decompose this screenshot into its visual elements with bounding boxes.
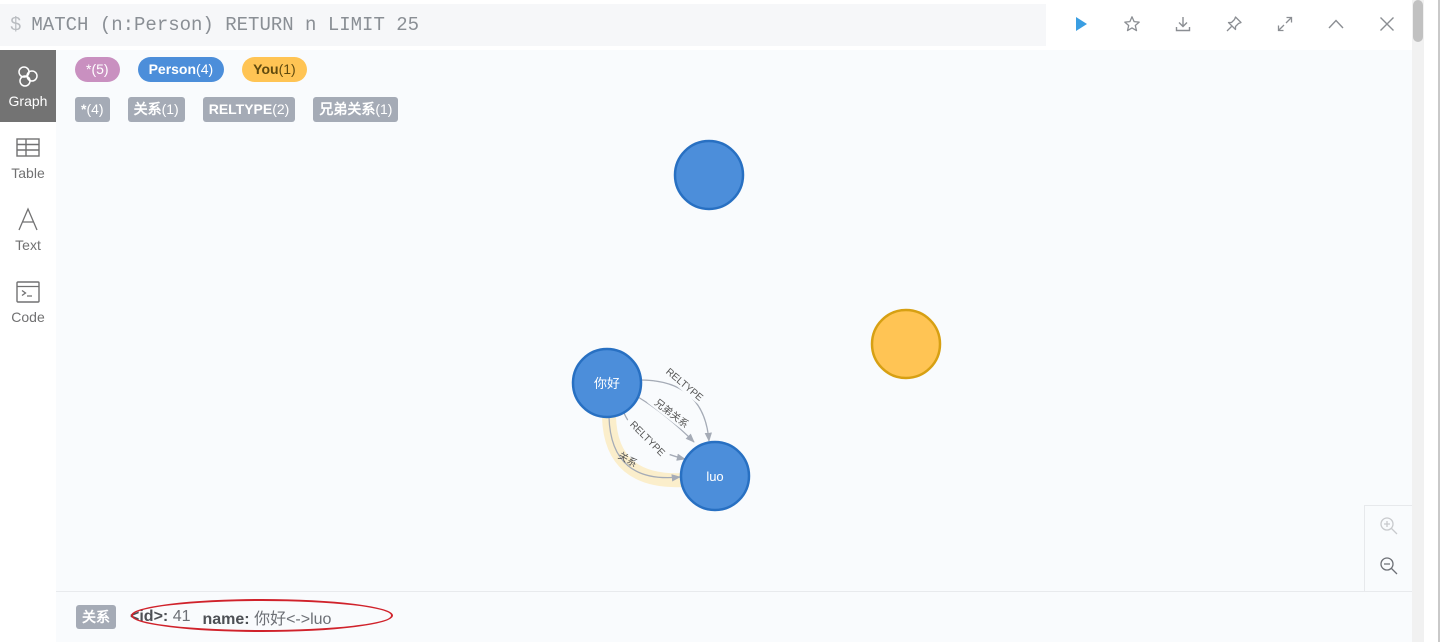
legend-rel-count: (4)	[86, 101, 104, 117]
scrollbar-thumb[interactable]	[1413, 0, 1423, 42]
favorite-button[interactable]	[1106, 0, 1157, 48]
expand-icon	[1277, 16, 1292, 32]
status-name-value: 你好<->luo	[254, 611, 332, 628]
tab-text-label: Text	[15, 237, 41, 253]
status-id-value: 41	[172, 608, 191, 625]
tab-graph[interactable]: Graph	[0, 50, 56, 122]
legend-rel-count: (2)	[272, 101, 290, 117]
legend-label-count: (4)	[196, 61, 214, 77]
zoom-out-icon	[1380, 557, 1398, 575]
frame-toolbar	[1055, 0, 1412, 48]
collapse-icon	[1327, 19, 1344, 29]
close-icon	[1379, 17, 1394, 31]
legend-label-count: (5)	[91, 61, 109, 77]
relationship-label-reltype-outer: RELTYPE	[663, 367, 705, 404]
status-id-key: <id>:	[130, 608, 169, 625]
legend-label-you[interactable]: You(1)	[242, 57, 307, 82]
pin-icon	[1226, 16, 1242, 32]
graph-canvas[interactable]: RELTYPE 兄弟关系 RELTYPE 关系 你好 luo	[56, 132, 1412, 591]
code-icon	[16, 281, 40, 303]
node-label-legend: *(5) Person(4) You(1)	[75, 57, 307, 82]
scrollbar-track[interactable]	[1412, 0, 1424, 642]
run-button[interactable]	[1055, 0, 1106, 48]
tab-code[interactable]: Code	[0, 266, 56, 338]
legend-label-name: Person	[148, 61, 197, 77]
tab-text[interactable]: Text	[0, 194, 56, 266]
graph-icon	[18, 66, 38, 87]
legend-rel-xiongdi[interactable]: 兄弟关系(1)	[313, 97, 399, 122]
legend-rel-name: RELTYPE	[208, 101, 273, 117]
collapse-button[interactable]	[1310, 0, 1361, 48]
query-editor[interactable]: $ MATCH (n:Person) RETURN n LIMIT 25	[0, 4, 1046, 46]
zoom-in-button[interactable]	[1365, 506, 1413, 546]
legend-label-count: (1)	[278, 61, 296, 77]
zoom-in-icon	[1380, 517, 1398, 535]
query-text[interactable]: MATCH (n:Person) RETURN n LIMIT 25	[31, 14, 419, 36]
tab-code-label: Code	[11, 309, 45, 325]
status-name-key: name:	[202, 611, 250, 628]
relationship-label-xiongdi: 兄弟关系	[652, 396, 692, 431]
close-button[interactable]	[1361, 0, 1412, 48]
view-tabs: Graph Table Text Code	[0, 50, 56, 642]
inspector-status-bar: 关系 <id>: 41 name: 你好<->luo	[56, 591, 1412, 642]
node-label-luo: luo	[706, 469, 723, 484]
tab-graph-label: Graph	[8, 93, 48, 109]
query-prompt: $	[10, 14, 22, 36]
tab-table-label: Table	[11, 165, 45, 181]
status-name: name: 你好<->luo	[202, 605, 331, 629]
legend-rel-count: (1)	[161, 101, 179, 117]
legend-rel-guanxi[interactable]: 关系(1)	[127, 97, 185, 122]
result-frame: $ MATCH (n:Person) RETURN n LIMIT 25 Gra…	[0, 0, 1412, 642]
legend-rel-name: 关系	[133, 101, 162, 117]
play-icon	[1075, 17, 1087, 31]
legend-label-all[interactable]: *(5)	[75, 57, 120, 82]
export-button[interactable]	[1157, 0, 1208, 48]
node-you[interactable]	[870, 308, 942, 380]
legend-rel-all[interactable]: *(4)	[75, 97, 110, 122]
star-icon	[1123, 16, 1140, 32]
pin-button[interactable]	[1208, 0, 1259, 48]
node-label-nihao: 你好	[594, 376, 620, 391]
zoom-controls	[1364, 505, 1412, 591]
text-icon	[18, 207, 38, 231]
status-relationship-tag[interactable]: 关系	[76, 605, 116, 629]
tab-table[interactable]: Table	[0, 122, 56, 194]
legend-rel-reltype[interactable]: RELTYPE(2)	[202, 97, 296, 122]
legend-label-name: You	[253, 61, 279, 77]
status-id: <id>: 41	[130, 608, 190, 626]
fullscreen-button[interactable]	[1259, 0, 1310, 48]
table-icon	[16, 138, 40, 157]
legend-label-person[interactable]: Person(4)	[137, 57, 225, 82]
right-divider	[1438, 0, 1440, 642]
graph-legend: *(5) Person(4) You(1) *(4) 关系(1) RELTYPE…	[56, 50, 1412, 132]
zoom-out-button[interactable]	[1365, 546, 1413, 586]
selected-relationship-halo	[602, 410, 692, 488]
editor-bar: $ MATCH (n:Person) RETURN n LIMIT 25	[0, 0, 1412, 50]
download-icon	[1175, 17, 1190, 32]
relationship-label-reltype-inner: RELTYPE	[627, 419, 667, 459]
graph-svg[interactable]: RELTYPE 兄弟关系 RELTYPE 关系 你好 luo	[56, 132, 1412, 591]
node-person-top[interactable]	[673, 139, 745, 211]
legend-rel-name: 兄弟关系	[319, 101, 376, 117]
legend-rel-count: (1)	[375, 101, 393, 117]
relationship-legend: *(4) 关系(1) RELTYPE(2) 兄弟关系(1)	[75, 97, 399, 122]
